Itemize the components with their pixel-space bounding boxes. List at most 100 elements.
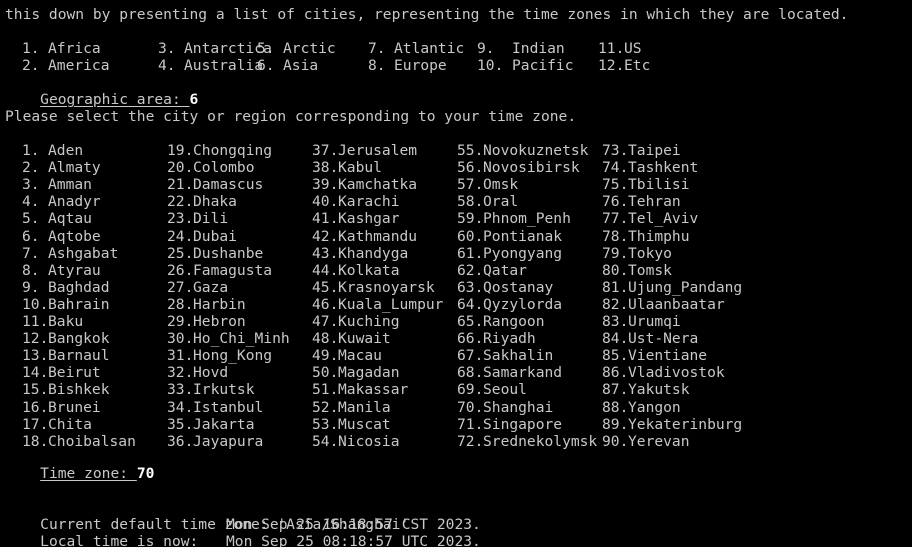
city-option-label[interactable]: Harbin bbox=[193, 296, 246, 313]
geo-option-label[interactable]: Europe bbox=[394, 57, 447, 74]
city-option-label[interactable]: Taipei bbox=[628, 142, 681, 159]
geo-option-label[interactable]: Indian bbox=[512, 40, 565, 57]
geographic-area-input-value[interactable]: 6 bbox=[190, 91, 199, 108]
city-option-label[interactable]: Vientiane bbox=[628, 347, 707, 364]
city-option-label[interactable]: Bahrain bbox=[48, 296, 110, 313]
city-option-label[interactable]: Tokyo bbox=[628, 245, 672, 262]
city-option-label[interactable]: Chongqing bbox=[193, 142, 272, 159]
city-option-label[interactable]: Hong_Kong bbox=[193, 347, 272, 364]
geo-option-label[interactable]: Pacific bbox=[512, 57, 574, 74]
timezone-prompt[interactable]: Time zone: 70 bbox=[5, 448, 154, 499]
city-option-label[interactable]: Atyrau bbox=[48, 262, 101, 279]
geo-option-label[interactable]: America bbox=[48, 57, 110, 74]
city-option-label[interactable]: Almaty bbox=[48, 159, 101, 176]
city-option-label[interactable]: Seoul bbox=[483, 381, 527, 398]
city-option-label[interactable]: Bangkok bbox=[48, 330, 110, 347]
city-option-label[interactable]: Aqtau bbox=[48, 210, 92, 227]
city-option-label[interactable]: Yangon bbox=[628, 399, 681, 416]
city-option-label[interactable]: Jayapura bbox=[193, 433, 263, 450]
city-option-label[interactable]: Tbilisi bbox=[628, 176, 690, 193]
terminal-screen[interactable]: this down by presenting a list of cities… bbox=[0, 0, 912, 547]
city-option-label[interactable]: Tel_Aviv bbox=[628, 210, 698, 227]
city-option-label[interactable]: Yerevan bbox=[628, 433, 690, 450]
city-option-label[interactable]: Makassar bbox=[338, 381, 408, 398]
city-option-label[interactable]: Ust-Nera bbox=[628, 330, 698, 347]
city-option-label[interactable]: Dhaka bbox=[193, 193, 237, 210]
city-option-label[interactable]: Baku bbox=[48, 313, 83, 330]
city-option-label[interactable]: Kuching bbox=[338, 313, 400, 330]
city-option-label[interactable]: Ujung_Pandang bbox=[628, 279, 742, 296]
city-option-label[interactable]: Manila bbox=[338, 399, 391, 416]
city-option-label[interactable]: Yekaterinburg bbox=[628, 416, 742, 433]
city-option-label[interactable]: Baghdad bbox=[48, 279, 110, 296]
city-option-label[interactable]: Karachi bbox=[338, 193, 400, 210]
city-option-label[interactable]: Kabul bbox=[338, 159, 382, 176]
city-option-label[interactable]: Rangoon bbox=[483, 313, 545, 330]
city-option-label[interactable]: Muscat bbox=[338, 416, 391, 433]
geo-option-label[interactable]: Africa bbox=[48, 40, 101, 57]
city-option-label[interactable]: Ashgabat bbox=[48, 245, 118, 262]
city-option-label[interactable]: Dushanbe bbox=[193, 245, 263, 262]
geo-option-label[interactable]: Australia bbox=[184, 57, 263, 74]
city-option-label[interactable]: Jakarta bbox=[193, 416, 255, 433]
city-option-label[interactable]: Thimphu bbox=[628, 228, 690, 245]
city-option-label[interactable]: Colombo bbox=[193, 159, 255, 176]
city-option-label[interactable]: Beirut bbox=[48, 364, 101, 381]
city-option-label[interactable]: Aqtobe bbox=[48, 228, 101, 245]
city-option-label[interactable]: Sakhalin bbox=[483, 347, 553, 364]
city-option-label[interactable]: Vladivostok bbox=[628, 364, 725, 381]
city-option-label[interactable]: Famagusta bbox=[193, 262, 272, 279]
geo-option-label[interactable]: Asia bbox=[283, 57, 318, 74]
city-option-label[interactable]: Tehran bbox=[628, 193, 681, 210]
geo-option-label[interactable]: Atlantic bbox=[394, 40, 464, 57]
city-option-label[interactable]: Kuwait bbox=[338, 330, 391, 347]
city-option-label[interactable]: Ho_Chi_Minh bbox=[193, 330, 290, 347]
city-option-label[interactable]: Damascus bbox=[193, 176, 263, 193]
city-option-label[interactable]: Kathmandu bbox=[338, 228, 417, 245]
city-option-label[interactable]: Krasnoyarsk bbox=[338, 279, 435, 296]
city-option-label[interactable]: Yakutsk bbox=[628, 381, 690, 398]
timezone-input-value[interactable]: 70 bbox=[137, 465, 155, 482]
city-option-label[interactable]: Khandyga bbox=[338, 245, 408, 262]
city-option-label[interactable]: Novosibirsk bbox=[483, 159, 580, 176]
city-option-label[interactable]: Kashgar bbox=[338, 210, 400, 227]
city-option-label[interactable]: Tomsk bbox=[628, 262, 672, 279]
city-option-label[interactable]: Amman bbox=[48, 176, 92, 193]
city-option-label[interactable]: Jerusalem bbox=[338, 142, 417, 159]
city-option-label[interactable]: Irkutsk bbox=[193, 381, 255, 398]
city-option-label[interactable]: Hovd bbox=[193, 364, 228, 381]
city-option-label[interactable]: Singapore bbox=[483, 416, 562, 433]
city-option-label[interactable]: Oral bbox=[483, 193, 518, 210]
city-option-label[interactable]: Urumqi bbox=[628, 313, 681, 330]
city-option-label[interactable]: Omsk bbox=[483, 176, 518, 193]
city-option-label[interactable]: Srednekolymsk bbox=[483, 433, 597, 450]
city-option-label[interactable]: Qyzylorda bbox=[483, 296, 562, 313]
city-option-label[interactable]: Kolkata bbox=[338, 262, 400, 279]
city-option-label[interactable]: Kamchatka bbox=[338, 176, 417, 193]
city-option-label[interactable]: Pontianak bbox=[483, 228, 562, 245]
city-option-label[interactable]: Barnaul bbox=[48, 347, 110, 364]
city-option-label[interactable]: Hebron bbox=[193, 313, 246, 330]
city-option-label[interactable]: Qatar bbox=[483, 262, 527, 279]
city-option-label[interactable]: Nicosia bbox=[338, 433, 400, 450]
city-option-label[interactable]: Bishkek bbox=[48, 381, 110, 398]
city-option-label[interactable]: Novokuznetsk bbox=[483, 142, 588, 159]
city-option-label[interactable]: Samarkand bbox=[483, 364, 562, 381]
city-option-label[interactable]: Magadan bbox=[338, 364, 400, 381]
city-option-label[interactable]: Macau bbox=[338, 347, 382, 364]
city-option-label[interactable]: Tashkent bbox=[628, 159, 698, 176]
city-option-label[interactable]: Anadyr bbox=[48, 193, 101, 210]
city-option-label[interactable]: Qostanay bbox=[483, 279, 553, 296]
city-option-label[interactable]: Dubai bbox=[193, 228, 237, 245]
city-option-label[interactable]: Gaza bbox=[193, 279, 228, 296]
city-option-label[interactable]: Phnom_Penh bbox=[483, 210, 571, 227]
geo-option-label[interactable]: US bbox=[624, 40, 642, 57]
city-option-label[interactable]: Brunei bbox=[48, 399, 101, 416]
city-option-label[interactable]: Dili bbox=[193, 210, 228, 227]
city-option-label[interactable]: Riyadh bbox=[483, 330, 536, 347]
geo-option-label[interactable]: Etc bbox=[624, 57, 650, 74]
city-option-label[interactable]: Pyongyang bbox=[483, 245, 562, 262]
city-option-label[interactable]: Chita bbox=[48, 416, 92, 433]
geo-option-label[interactable]: Arctic bbox=[283, 40, 336, 57]
city-option-label[interactable]: Kuala_Lumpur bbox=[338, 296, 443, 313]
